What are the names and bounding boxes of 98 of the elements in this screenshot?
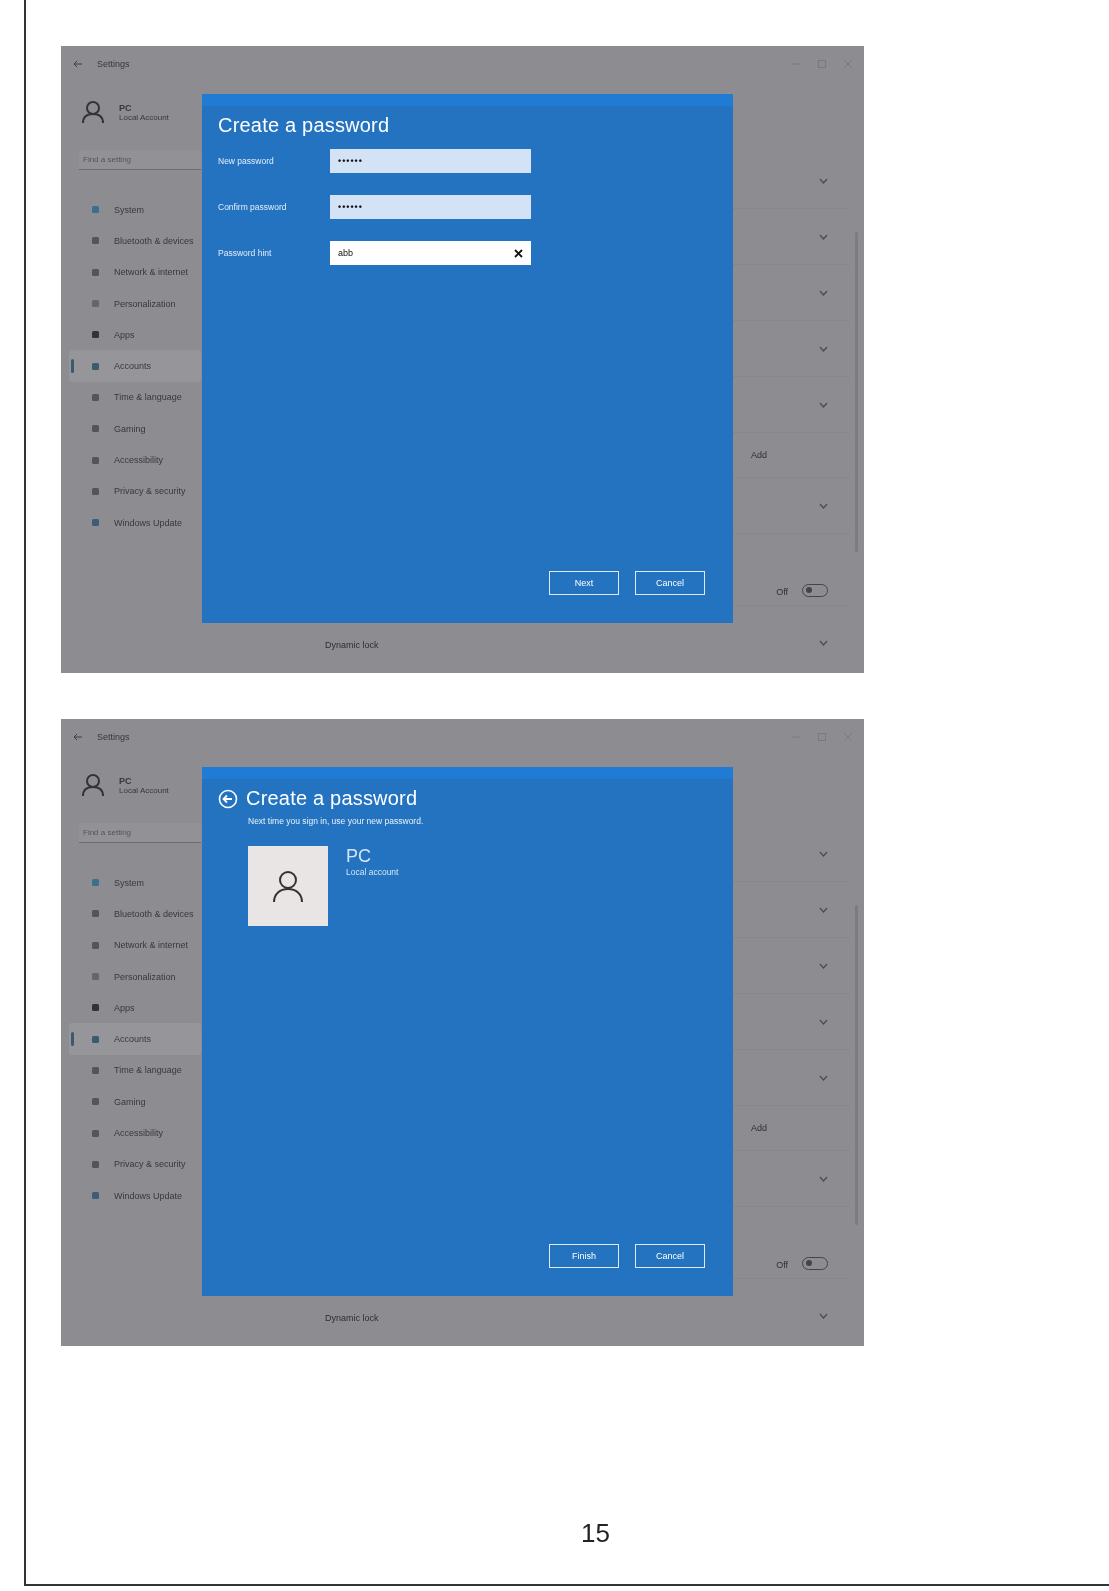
nav-icon <box>91 486 100 496</box>
nav-icon <box>91 1159 100 1169</box>
chevron-down-icon[interactable] <box>819 1018 828 1025</box>
nav-icon <box>91 1003 100 1013</box>
nav-item[interactable]: Accounts <box>69 1023 201 1055</box>
nav-item[interactable]: System <box>69 194 201 226</box>
nav-item[interactable]: Windows Update <box>69 1179 201 1212</box>
window-title: Settings <box>97 59 130 69</box>
window-title: Settings <box>97 732 130 742</box>
chevron-down-icon[interactable] <box>819 962 828 969</box>
dialog-title: Create a password <box>246 787 418 810</box>
chevron-down-icon[interactable] <box>819 401 828 408</box>
back-arrow-icon[interactable] <box>73 733 83 741</box>
toggle-switch[interactable] <box>802 1257 828 1270</box>
nav-item[interactable]: Accessibility <box>69 1117 201 1149</box>
toggle-label: Off <box>776 1260 788 1270</box>
password-field[interactable]: •••••• <box>330 195 531 219</box>
chevron-down-icon[interactable] <box>819 1313 828 1319</box>
chevron-down-icon[interactable] <box>819 502 828 509</box>
password-field[interactable]: •••••• <box>330 149 531 173</box>
nav-item[interactable]: Windows Update <box>69 506 201 539</box>
dialog-title: Create a password <box>218 114 390 137</box>
nav-icon <box>91 972 100 982</box>
user-icon <box>81 100 105 124</box>
nav-item[interactable]: Personalization <box>69 960 201 993</box>
chevron-down-icon[interactable] <box>819 1175 828 1182</box>
field-label: New password <box>218 156 275 166</box>
chevron-down-icon[interactable] <box>819 177 828 184</box>
account-name: PC <box>119 102 133 113</box>
nav-item[interactable]: Gaming <box>69 1086 201 1118</box>
nav-icon <box>91 361 100 371</box>
user-icon <box>271 869 305 903</box>
chevron-down-icon[interactable] <box>819 640 828 646</box>
settings-row[interactable]: Dynamic lock <box>301 1279 850 1346</box>
nav-icon <box>91 455 100 465</box>
nav-icon <box>91 1128 100 1138</box>
nav-item[interactable]: Apps <box>69 319 201 351</box>
toggle-label: Off <box>776 587 788 597</box>
chevron-down-icon[interactable] <box>819 850 828 857</box>
nav-icon <box>91 1065 100 1075</box>
field-label: Password hint <box>218 248 273 258</box>
nav-item[interactable]: Accounts <box>69 350 201 382</box>
setting-title: Dynamic lock <box>325 1313 379 1323</box>
selection-indicator <box>71 359 74 374</box>
back-arrow-icon[interactable] <box>73 60 83 68</box>
cancel-button[interactable]: Cancel <box>635 571 705 595</box>
nav-item[interactable]: Network & internet <box>69 256 201 288</box>
add-button[interactable]: Add <box>751 450 767 460</box>
nav-item[interactable]: System <box>69 867 201 899</box>
nav-icon <box>91 330 100 340</box>
nav-item[interactable]: Bluetooth & devices <box>69 225 201 257</box>
nav-icon <box>91 392 100 402</box>
nav-item[interactable]: Privacy & security <box>69 1148 201 1180</box>
nav-icon <box>91 940 100 950</box>
nav-item[interactable]: Gaming <box>69 413 201 445</box>
nav-item[interactable]: Privacy & security <box>69 475 201 507</box>
chevron-down-icon[interactable] <box>819 289 828 296</box>
nav-icon <box>91 1097 100 1107</box>
nav-item[interactable]: Accessibility <box>69 444 201 476</box>
toggle-switch[interactable] <box>802 584 828 597</box>
field-label: Confirm password <box>218 202 288 212</box>
nav-icon <box>91 518 100 528</box>
chevron-down-icon[interactable] <box>819 1074 828 1081</box>
nav-item[interactable]: Apps <box>69 992 201 1024</box>
nav-icon <box>91 1034 100 1044</box>
nav-icon <box>91 236 100 246</box>
setting-title: Dynamic lock <box>325 640 379 650</box>
nav-icon <box>91 424 100 434</box>
text-field[interactable]: abb <box>330 241 531 265</box>
account-type: Local Account <box>119 112 169 122</box>
nav-item[interactable]: Network & internet <box>69 929 201 961</box>
account-type: Local Account <box>119 785 169 795</box>
nav-item[interactable]: Personalization <box>69 287 201 320</box>
account-name: PC <box>119 775 133 786</box>
nav-icon <box>91 267 100 277</box>
user-icon <box>81 773 105 797</box>
dialog-message: Next time you sign in, use your new password. <box>247 816 425 826</box>
nav-icon <box>91 205 100 215</box>
chevron-down-icon[interactable] <box>819 906 828 913</box>
nav-icon <box>91 299 100 309</box>
settings-row[interactable]: Dynamic lock <box>301 606 850 673</box>
chevron-down-icon[interactable] <box>819 233 828 240</box>
nav-icon <box>91 909 100 919</box>
add-button[interactable]: Add <box>751 1123 767 1133</box>
account-type: Local account <box>346 867 399 877</box>
selection-indicator <box>71 1032 74 1047</box>
nav-item[interactable]: Bluetooth & devices <box>69 898 201 930</box>
clear-icon[interactable] <box>514 248 523 258</box>
page-number: 15 <box>581 1518 610 1549</box>
primary-button[interactable]: Finish <box>549 1244 619 1268</box>
nav-item[interactable]: Time & language <box>69 381 201 414</box>
cancel-button[interactable]: Cancel <box>635 1244 705 1268</box>
primary-button[interactable]: Next <box>549 571 619 595</box>
nav-icon <box>91 1191 100 1201</box>
nav-icon <box>91 878 100 888</box>
chevron-down-icon[interactable] <box>819 345 828 352</box>
account-name: PC <box>346 846 372 867</box>
nav-item[interactable]: Time & language <box>69 1054 201 1087</box>
